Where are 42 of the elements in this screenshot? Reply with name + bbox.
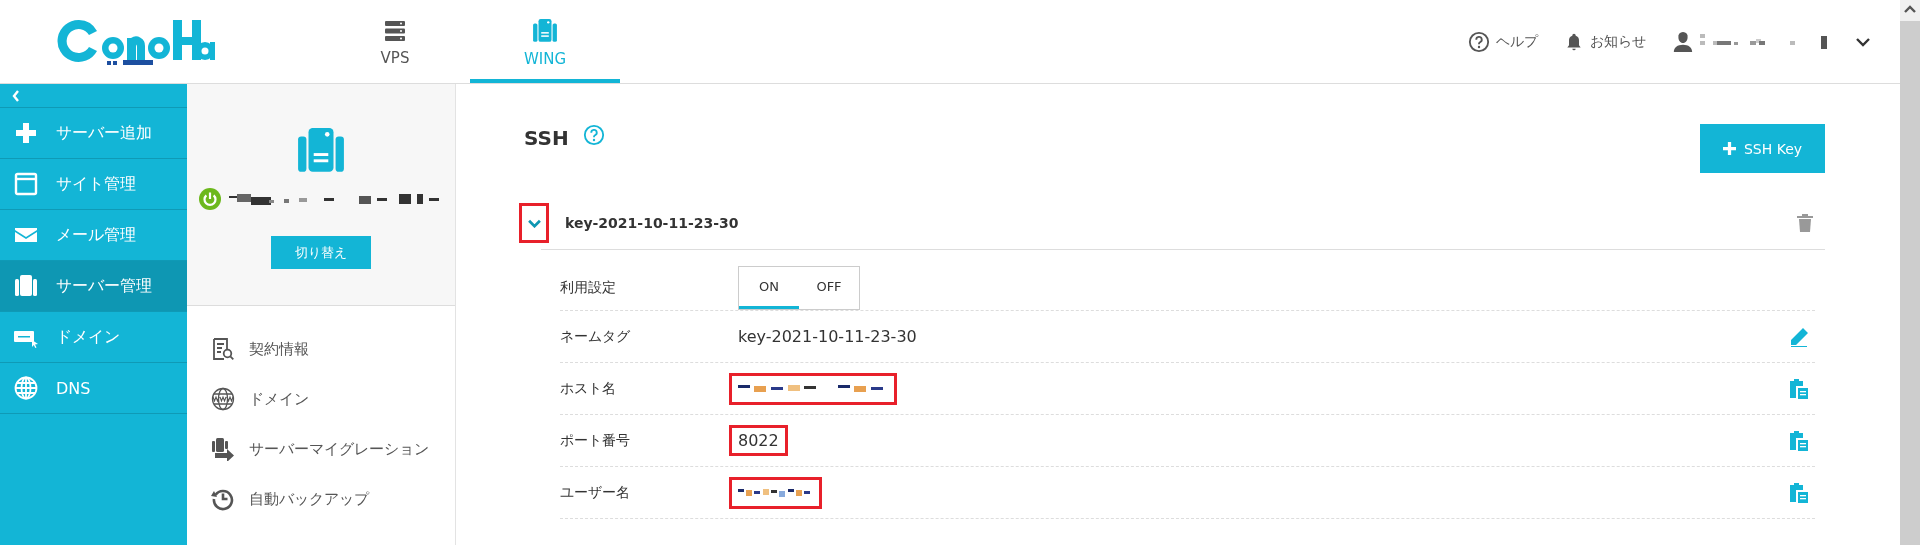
collapse-chevron-icon [12,89,20,102]
trash-icon [1797,214,1813,232]
header-link[interactable]: ヘルプ [1496,32,1538,51]
menu-link[interactable]: サーバーマイグレーション [249,439,429,459]
clipboard-icon [1789,378,1809,399]
header-link[interactable]: お知らせ [1590,32,1646,51]
server-icon [14,274,38,298]
clock-arrow-icon [211,487,235,511]
field-value: 8022 [729,425,788,456]
help-icon [1468,30,1490,53]
clipboard-icon [1789,430,1809,451]
menu-link[interactable]: 自動バックアップ [249,489,369,509]
field-label: 利用設定 [560,279,617,297]
server-icon [532,17,558,44]
plus-icon [14,121,38,145]
field-label: ポート番号 [560,431,631,450]
pencil-icon [1789,326,1809,347]
www-globe-icon [211,387,235,411]
server-rack-icon [383,18,407,43]
field-value: key-2021-10-11-23-30 [737,326,918,348]
expand-toggle[interactable] [519,203,549,243]
server-arrow-icon [211,437,235,461]
field-label: ネームタグ [560,327,631,346]
page-title: SSH [524,126,569,150]
document-search-icon [211,337,235,361]
menu-link[interactable]: 契約情報 [249,339,309,359]
globe-icon [14,376,38,400]
scrollbar-thumb[interactable] [1900,21,1920,545]
scroll-up-icon[interactable] [1904,4,1916,14]
key-name: key-2021-10-11-23-30 [565,215,739,231]
help-icon [582,124,605,146]
plus-icon [1722,142,1736,155]
power-icon [198,188,221,210]
nav-tab[interactable]: VPS [320,0,470,83]
field-label: ホスト名 [560,379,617,398]
chevron-down-icon [1856,36,1870,47]
field-label: ユーザー名 [560,483,631,502]
chevron-icon [527,218,541,228]
clipboard-icon [1789,482,1809,503]
window-icon [14,172,38,196]
menu-link[interactable]: ドメイン [249,389,309,409]
user-icon [1672,30,1694,53]
